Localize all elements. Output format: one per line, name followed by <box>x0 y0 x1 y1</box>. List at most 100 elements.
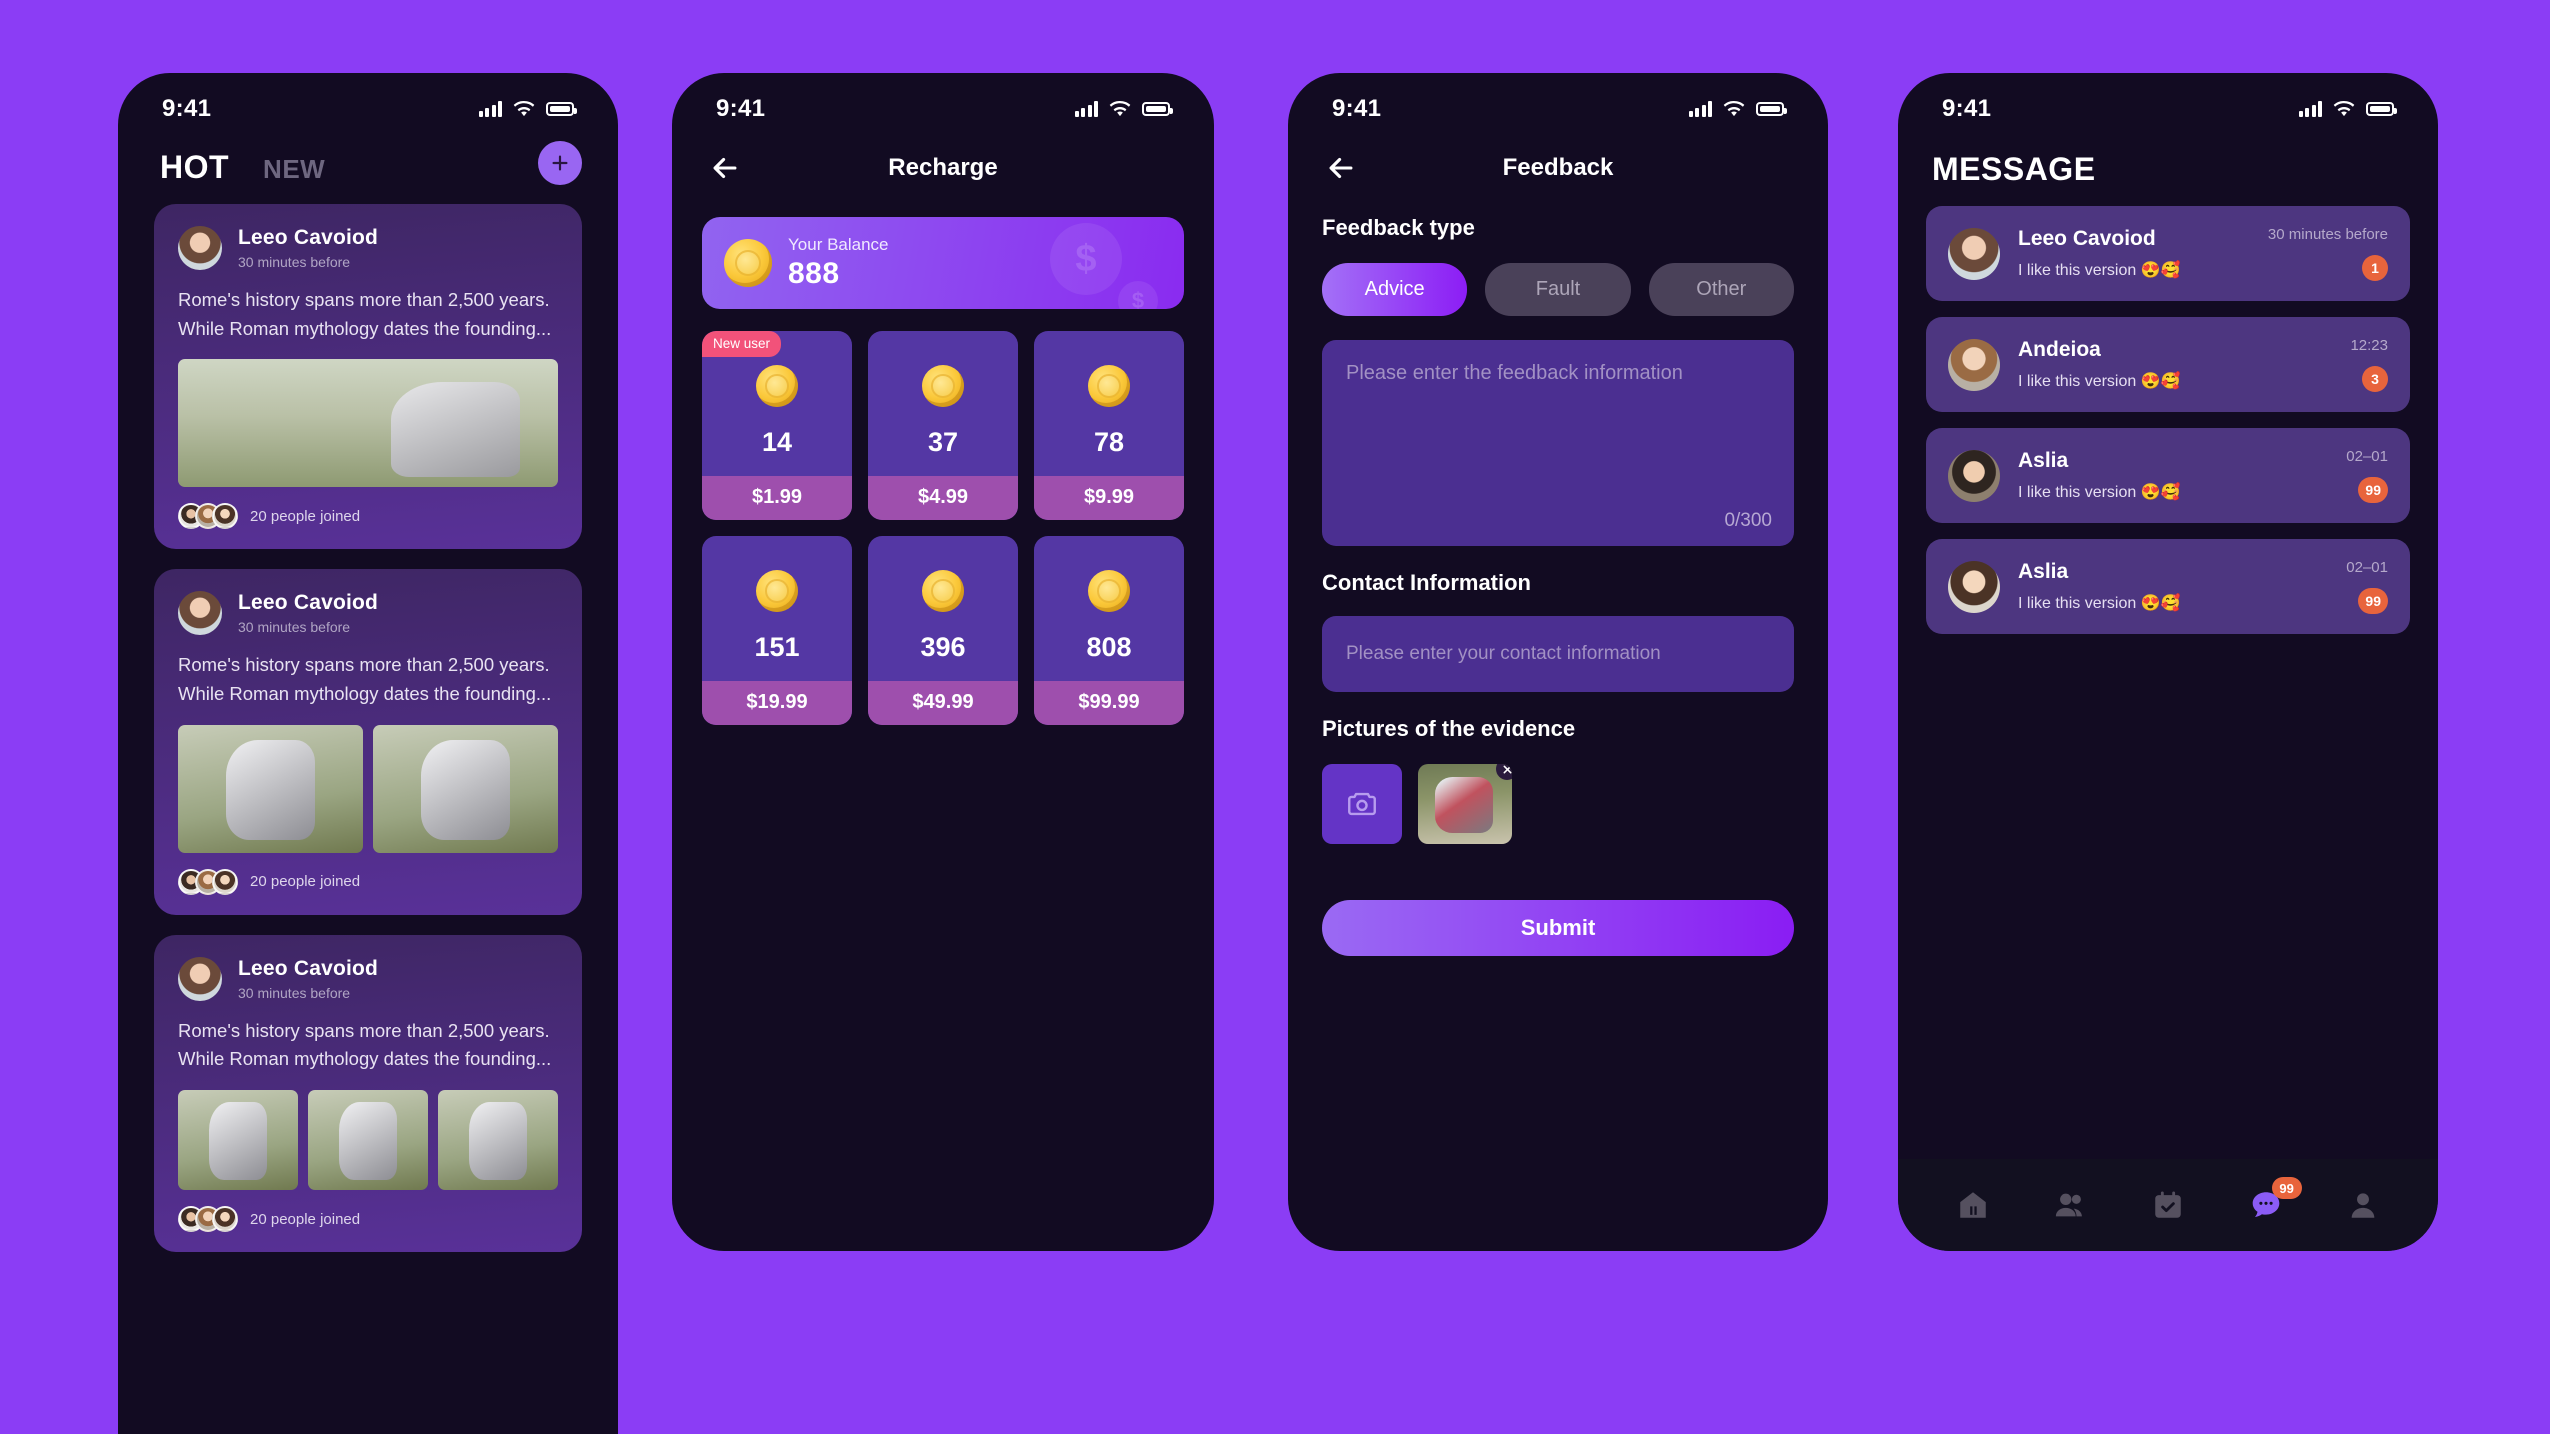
unread-badge: 3 <box>2362 366 2388 392</box>
post-card[interactable]: Leeo Cavoiod 30 minutes before Rome's hi… <box>154 934 582 1253</box>
status-bar: 9:41 <box>1288 73 1828 135</box>
package-card[interactable]: 808 $99.99 <box>1034 536 1184 725</box>
package-coins: 78 <box>1093 427 1125 457</box>
list-item[interactable]: Aslia I like this version 😍🥰 02–01 99 <box>1926 428 2410 523</box>
package-price: $9.99 <box>1034 476 1184 520</box>
package-price: $1.99 <box>702 476 852 520</box>
post-feed[interactable]: Leeo Cavoiod 30 minutes before Rome's hi… <box>118 186 618 1253</box>
feedback-type-label: Feedback type <box>1322 215 1475 240</box>
list-item[interactable]: Aslia I like this version 😍🥰 02–01 99 <box>1926 539 2410 634</box>
post-image[interactable] <box>373 724 558 853</box>
tab-friends[interactable] <box>2050 1185 2090 1225</box>
cellular-bars-icon <box>1688 101 1712 117</box>
package-card[interactable]: 396 $49.99 <box>868 536 1018 725</box>
status-time: 9:41 <box>162 95 212 122</box>
wifi-icon <box>1109 101 1131 117</box>
profile-icon <box>2351 1193 2375 1218</box>
post-image[interactable] <box>178 1090 298 1191</box>
post-media[interactable] <box>178 1090 558 1191</box>
bottom-tab-bar: 99 <box>1898 1159 2438 1251</box>
conversation-list: Leeo Cavoiod I like this version 😍🥰 30 m… <box>1898 188 2438 634</box>
feedback-type-chips: Advice Fault Other <box>1322 263 1794 316</box>
back-button[interactable] <box>708 151 742 185</box>
conversation-preview: I like this version 😍🥰 <box>2018 484 2181 501</box>
post-timestamp: 30 minutes before <box>238 619 351 636</box>
joined-label: 20 people joined <box>250 1210 361 1228</box>
package-card[interactable]: 37 $4.99 <box>868 331 1018 520</box>
tab-messages[interactable]: 99 <box>2246 1177 2302 1225</box>
page-title: MESSAGE <box>1932 151 2096 187</box>
post-text: Rome's history spans more than 2,500 yea… <box>178 1019 552 1070</box>
post-card[interactable]: Leeo Cavoiod 30 minutes before Rome's hi… <box>154 204 582 550</box>
feedback-textarea[interactable]: Please enter the feedback information 0/… <box>1322 340 1794 546</box>
status-icons <box>478 101 577 117</box>
list-item[interactable]: Andeioa I like this version 😍🥰 12:23 3 <box>1926 317 2410 412</box>
balance-card[interactable]: Your Balance 888 $ $ <box>702 217 1184 309</box>
package-card[interactable]: 151 $19.99 <box>702 536 852 725</box>
calendar-check-icon <box>2155 1191 2181 1218</box>
dollar-watermark-icon: $ <box>1118 281 1158 309</box>
post-author: Leeo Cavoiod <box>238 226 379 249</box>
package-coins: 37 <box>927 427 959 457</box>
add-photo-button[interactable] <box>1322 764 1402 844</box>
conversation-name: Leeo Cavoiod <box>2018 227 2156 250</box>
post-image[interactable] <box>308 1090 428 1191</box>
status-time: 9:41 <box>716 95 766 122</box>
post-author: Leeo Cavoiod <box>238 956 379 980</box>
post-image[interactable] <box>178 724 363 853</box>
avatar <box>178 956 222 1001</box>
list-item[interactable]: Leeo Cavoiod I like this version 😍🥰 30 m… <box>1926 206 2410 301</box>
package-price: $19.99 <box>702 681 852 725</box>
post-media[interactable] <box>178 359 558 488</box>
post-image[interactable] <box>438 1090 558 1191</box>
post-image[interactable] <box>178 359 558 488</box>
tab-home[interactable] <box>1953 1185 1993 1225</box>
post-card[interactable]: Leeo Cavoiod 30 minutes before Rome's hi… <box>154 569 582 915</box>
package-card[interactable]: New user 14 $1.99 <box>702 331 852 520</box>
back-button[interactable] <box>1324 151 1358 185</box>
evidence-photo[interactable] <box>1418 764 1512 844</box>
plus-icon <box>552 155 568 171</box>
submit-button[interactable]: Submit <box>1322 900 1794 956</box>
home-icon <box>1960 1192 1986 1218</box>
cellular-bars-icon <box>478 101 502 117</box>
contact-input-placeholder: Please enter your contact information <box>1346 643 1661 664</box>
new-user-badge: New user <box>702 331 782 357</box>
conversation-name: Aslia <box>2018 449 2069 472</box>
package-coins: 14 <box>761 427 793 457</box>
chip-fault[interactable]: Fault <box>1485 263 1631 316</box>
chip-advice[interactable]: Advice <box>1322 263 1468 316</box>
tab-profile[interactable] <box>2343 1185 2383 1225</box>
avatar <box>178 226 222 270</box>
conversation-time: 30 minutes before <box>2267 226 2388 243</box>
joined-avatars <box>178 868 238 895</box>
tab-tasks[interactable] <box>2148 1185 2188 1225</box>
status-icons <box>1074 101 1173 117</box>
coin-icon <box>922 570 964 612</box>
package-price: $99.99 <box>1034 681 1184 725</box>
battery-icon <box>1142 102 1173 116</box>
feedback-navbar: Feedback <box>1288 135 1828 191</box>
chip-other[interactable]: Other <box>1648 263 1794 316</box>
post-media[interactable] <box>178 724 558 853</box>
tab-new[interactable]: NEW <box>263 154 325 185</box>
remove-photo-button[interactable] <box>1496 764 1512 780</box>
cellular-bars-icon <box>1074 101 1098 117</box>
unread-badge: 99 <box>2358 588 2388 614</box>
tab-hot[interactable]: HOT <box>160 149 229 186</box>
dollar-watermark-icon: $ <box>1050 223 1122 295</box>
post-author: Leeo Cavoiod <box>238 591 379 615</box>
conversation-name: Andeioa <box>2018 338 2101 361</box>
contact-input[interactable]: Please enter your contact information <box>1322 616 1794 692</box>
add-post-button[interactable] <box>538 141 582 185</box>
conversation-time: 12:23 <box>2350 337 2388 354</box>
coin-icon <box>1088 570 1130 612</box>
package-card[interactable]: 78 $9.99 <box>1034 331 1184 520</box>
unread-badge: 1 <box>2362 255 2388 281</box>
coin-icon <box>922 365 964 407</box>
post-timestamp: 30 minutes before <box>238 984 351 1001</box>
coin-icon <box>756 365 798 407</box>
avatar <box>178 591 222 636</box>
feedback-textarea-placeholder: Please enter the feedback information <box>1346 362 1683 384</box>
camera-icon <box>1348 792 1376 816</box>
